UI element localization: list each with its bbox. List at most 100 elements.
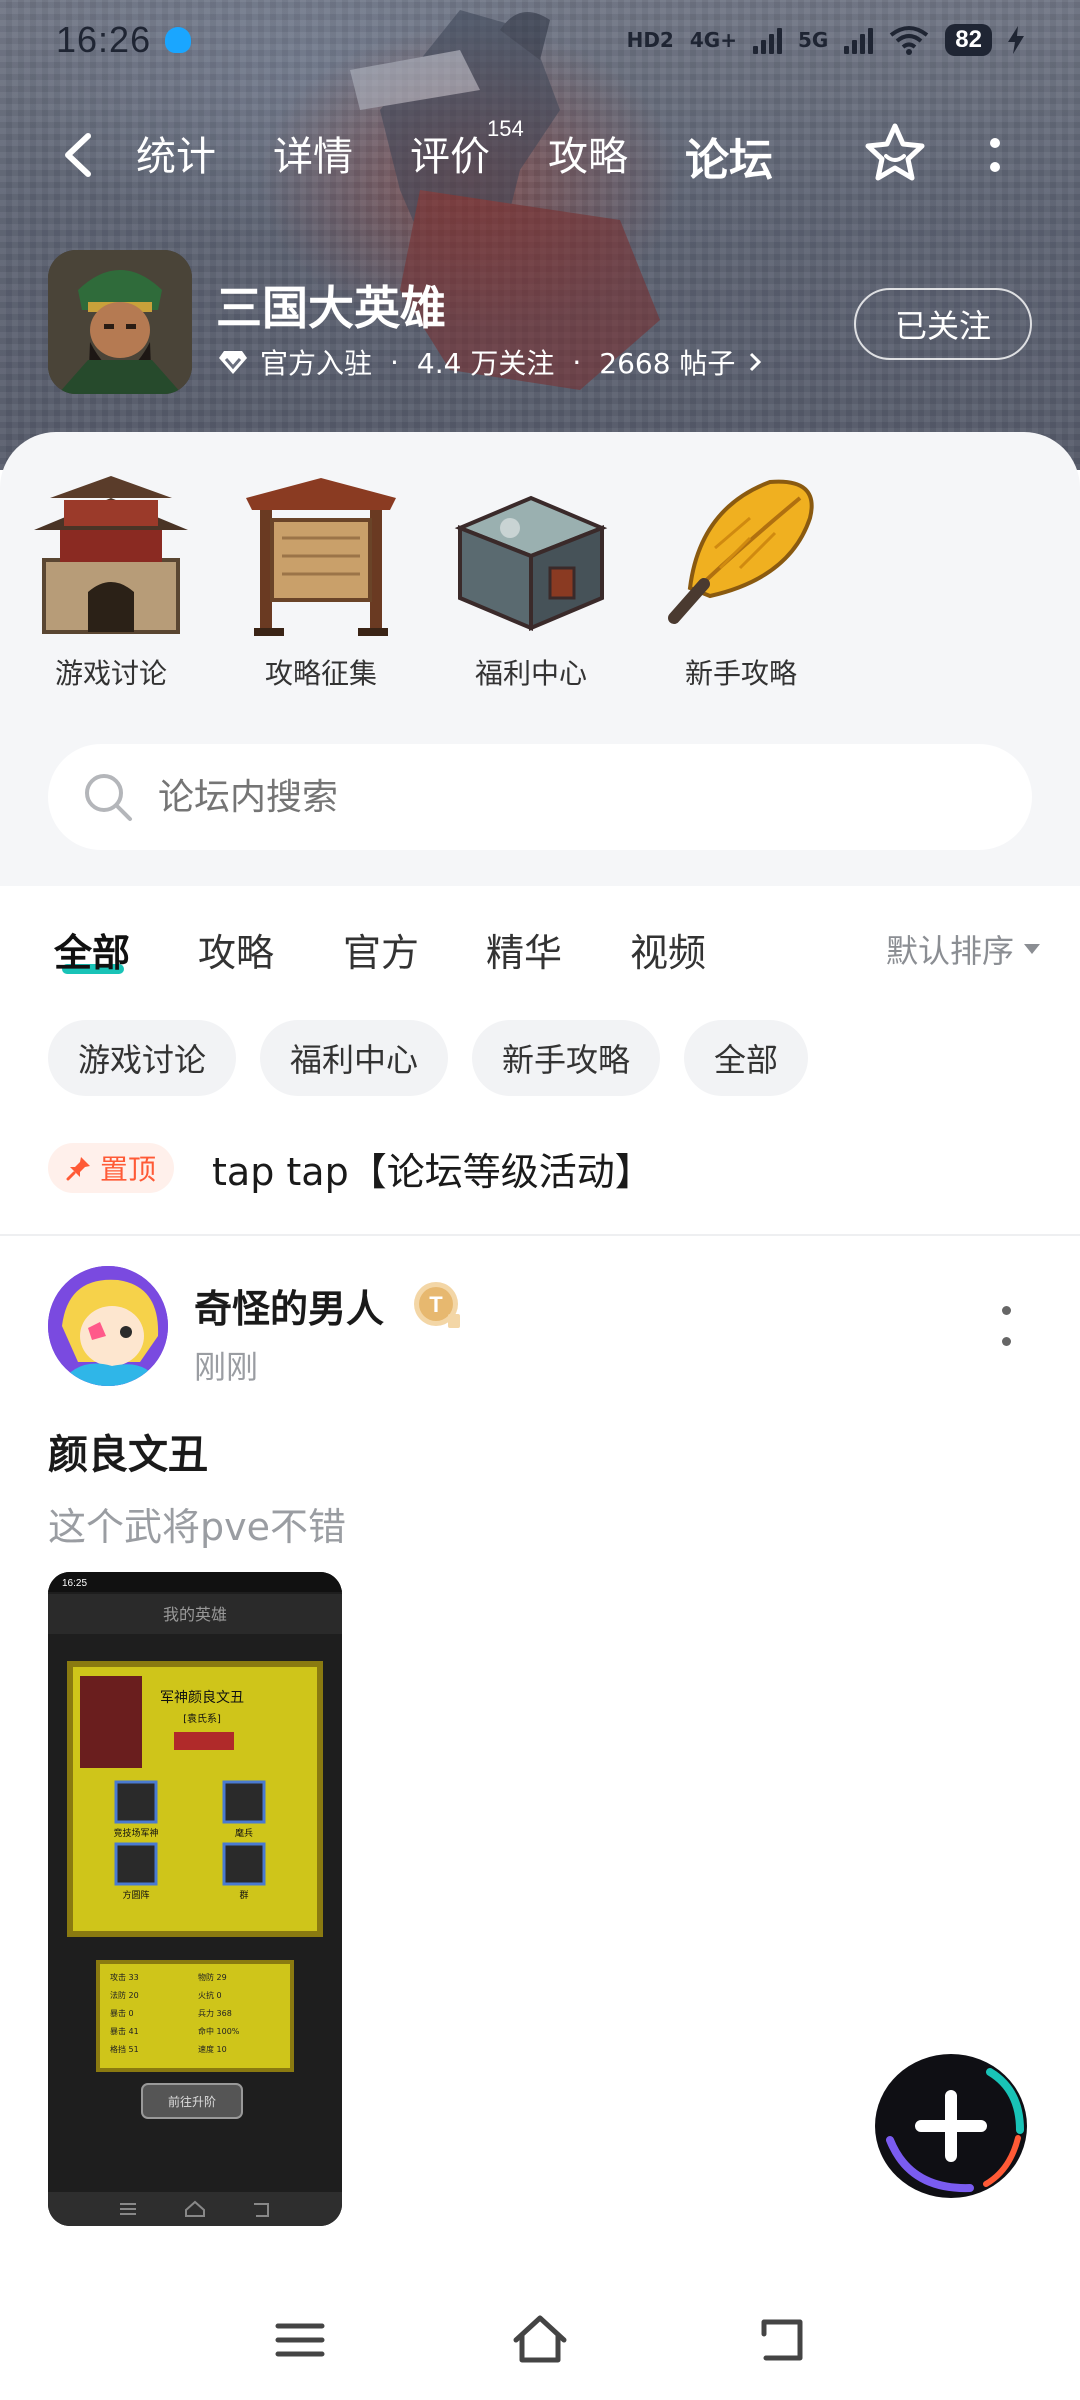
caret-down-icon bbox=[1024, 944, 1040, 954]
posts-count: 2668 帖子 bbox=[599, 347, 736, 380]
menu-icon[interactable] bbox=[270, 2310, 330, 2370]
feather-fan-icon bbox=[668, 479, 814, 624]
5g-label: 5G bbox=[797, 28, 829, 52]
signal-5g-icon bbox=[844, 26, 874, 54]
forum-header-panel: 游戏讨论 攻略征集 福利中心 新手攻略 论坛内搜索 bbox=[0, 432, 1080, 886]
preview-stat: 兵力 368 bbox=[198, 2008, 232, 2018]
post-image[interactable]: 16:25 我的英雄 军神颜良文丑 [袁氏系] 竞技场军神 麾兵 方圆阵 群 攻… bbox=[48, 1572, 342, 2226]
preview-skill: 竞技场军神 bbox=[113, 1827, 158, 1839]
create-post-button[interactable] bbox=[870, 2050, 1032, 2202]
more-vertical-icon[interactable] bbox=[980, 132, 1010, 178]
post-time: 刚刚 bbox=[194, 1348, 259, 1386]
quick-link-welfare-center[interactable]: 福利中心 bbox=[450, 468, 612, 692]
tab-details[interactable]: 详情 bbox=[273, 124, 353, 182]
preview-skill: 麾兵 bbox=[235, 1827, 253, 1839]
pinned-post[interactable]: 置顶 tap tap【论坛等级活动】 bbox=[48, 1138, 1032, 1198]
game-info: 三国大英雄 官方入驻 · 4.4 万关注 · 2668 帖子 已关注 bbox=[48, 250, 1032, 400]
preview-stat: 暴击 0 bbox=[110, 2008, 134, 2018]
game-icon[interactable] bbox=[48, 250, 192, 394]
top-navigation: 统计 详情 评价 154 攻略 论坛 bbox=[0, 110, 1080, 200]
4g-label: 4G+ bbox=[689, 28, 737, 52]
pin-icon bbox=[66, 1157, 90, 1181]
sort-dropdown[interactable]: 默认排序 bbox=[886, 926, 1040, 972]
preview-time: 16:25 bbox=[62, 1578, 87, 1589]
screenshot-thumbnail: 16:25 我的英雄 军神颜良文丑 [袁氏系] 竞技场军神 麾兵 方圆阵 群 攻… bbox=[48, 1572, 342, 2226]
city-gate-icon bbox=[34, 476, 188, 634]
divider bbox=[0, 1234, 1080, 1236]
system-navigation-bar bbox=[0, 2280, 1080, 2400]
chevron-right-icon bbox=[750, 352, 762, 372]
preview-hero-name: 军神颜良文丑 bbox=[160, 1690, 244, 1706]
chip-welfare-center[interactable]: 福利中心 bbox=[260, 1020, 449, 1096]
pinned-badge: 置顶 bbox=[48, 1143, 175, 1193]
preview-faction: [袁氏系] bbox=[183, 1713, 221, 1725]
preview-skill: 方圆阵 bbox=[122, 1889, 149, 1901]
filter-tab-official[interactable]: 官方 bbox=[343, 922, 419, 977]
home-icon[interactable] bbox=[510, 2310, 570, 2370]
status-bar: 16:26 HD2 4G+ 5G 82 bbox=[0, 0, 1080, 80]
quick-link-game-discussion[interactable]: 游戏讨论 bbox=[30, 468, 192, 692]
wifi-icon bbox=[890, 26, 929, 55]
filter-tab-video[interactable]: 视频 bbox=[630, 922, 706, 977]
pinned-title: tap tap【论坛等级活动】 bbox=[212, 1149, 653, 1194]
tab-guides[interactable]: 攻略 bbox=[548, 124, 628, 182]
qq-notification-icon bbox=[165, 27, 192, 53]
pinned-badge-label: 置顶 bbox=[100, 1153, 157, 1186]
filter-tab-all[interactable]: 全部 bbox=[54, 922, 130, 977]
forum-search-bar[interactable] bbox=[48, 744, 1032, 850]
status-time: 16:26 bbox=[56, 19, 152, 60]
tab-statistics[interactable]: 统计 bbox=[136, 124, 216, 182]
preview-button: 前往升阶 bbox=[168, 2094, 216, 2109]
preview-stat: 暴击 41 bbox=[110, 2026, 139, 2036]
preview-heading: 我的英雄 bbox=[163, 1605, 227, 1624]
avatar[interactable] bbox=[48, 1266, 168, 1386]
signal-4g-icon bbox=[752, 26, 782, 54]
quick-link-label: 新手攻略 bbox=[684, 657, 797, 690]
preview-stat: 命中 100% bbox=[198, 2026, 240, 2036]
treasure-chest-icon bbox=[454, 495, 608, 632]
sort-label: 默认排序 bbox=[885, 932, 1014, 970]
quick-link-beginner-guide[interactable]: 新手攻略 bbox=[660, 468, 822, 692]
more-vertical-icon[interactable] bbox=[998, 1306, 1014, 1346]
separator: · bbox=[390, 345, 399, 379]
separator: · bbox=[572, 345, 582, 379]
game-header: 16:26 HD2 4G+ 5G 82 统计 详情 评价 154 攻略 论坛 三… bbox=[0, 0, 1080, 470]
chip-all[interactable]: 全部 bbox=[684, 1020, 809, 1096]
quick-links: 游戏讨论 攻略征集 福利中心 新手攻略 bbox=[30, 468, 822, 692]
post-title: 颜良文丑 bbox=[48, 1432, 208, 1478]
chip-game-discussion[interactable]: 游戏讨论 bbox=[48, 1020, 237, 1096]
preview-stat: 法防 20 bbox=[110, 1990, 139, 2000]
preview-stat: 物防 29 bbox=[198, 1972, 227, 1982]
follow-button[interactable]: 已关注 bbox=[854, 288, 1032, 360]
notice-board-icon bbox=[246, 478, 396, 636]
level-badge-letter: T bbox=[429, 1292, 443, 1317]
search-input[interactable] bbox=[158, 776, 958, 818]
filter-tab-guides[interactable]: 攻略 bbox=[198, 922, 274, 977]
post-excerpt: 这个武将pve不错 bbox=[48, 1505, 346, 1549]
official-label: 官方入驻 bbox=[260, 347, 373, 380]
preview-stat: 格挡 51 bbox=[110, 2044, 139, 2054]
quick-link-guide-collection[interactable]: 攻略征集 bbox=[240, 468, 402, 692]
filter-tabs: 全部 攻略 官方 精华 视频 默认排序 bbox=[0, 886, 1080, 1006]
level-badge-icon: T bbox=[414, 1282, 460, 1328]
review-count-badge: 154 bbox=[487, 116, 524, 141]
tab-reviews[interactable]: 评价 bbox=[410, 124, 490, 182]
back-chevron-icon[interactable] bbox=[58, 130, 98, 180]
preview-stat: 速度 10 bbox=[198, 2044, 227, 2054]
filter-tab-featured[interactable]: 精华 bbox=[486, 922, 562, 977]
status-indicators: HD2 4G+ 5G 82 bbox=[627, 24, 1024, 56]
preview-stat: 火抗 0 bbox=[198, 1990, 222, 2000]
charging-icon bbox=[1008, 26, 1024, 54]
tab-forum[interactable]: 论坛 bbox=[685, 124, 773, 188]
back-icon[interactable] bbox=[750, 2310, 810, 2370]
preview-skill: 群 bbox=[239, 1889, 248, 1901]
chip-beginner-guide[interactable]: 新手攻略 bbox=[472, 1020, 661, 1096]
post-author[interactable]: 奇怪的男人 bbox=[194, 1278, 384, 1333]
preview-stat: 攻击 33 bbox=[110, 1972, 139, 1982]
game-title: 三国大英雄 bbox=[216, 281, 446, 335]
quick-link-label: 攻略征集 bbox=[264, 657, 377, 690]
game-meta[interactable]: 官方入驻 · 4.4 万关注 · 2668 帖子 bbox=[218, 342, 763, 382]
diamond-icon bbox=[219, 351, 247, 374]
star-icon[interactable] bbox=[862, 120, 928, 186]
followers-count: 4.4 万关注 bbox=[416, 347, 555, 380]
